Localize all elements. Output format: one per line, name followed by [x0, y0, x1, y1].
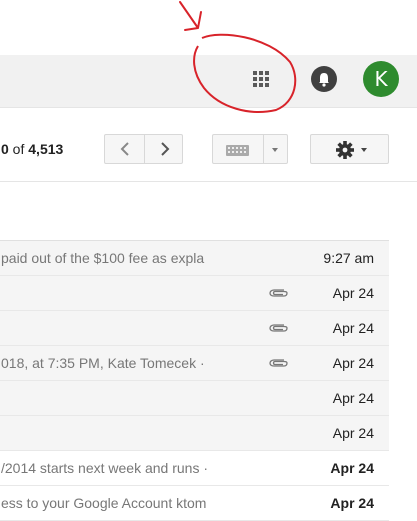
message-date: Apr 24 — [332, 390, 374, 406]
message-row[interactable]: 018, at 7:35 PM, Kate Tomecek · Apr 24 — [0, 346, 389, 381]
message-date: Apr 24 — [332, 320, 374, 336]
chevron-left-icon — [120, 142, 129, 156]
message-row[interactable]: Apr 24 — [0, 381, 389, 416]
message-date: Apr 24 — [332, 285, 374, 301]
chevron-down-icon[interactable] — [272, 148, 278, 152]
message-date: Apr 24 — [330, 495, 374, 511]
message-row[interactable]: ess to your Google Account ktom Apr 24 — [0, 486, 389, 521]
message-date: Apr 24 — [332, 425, 374, 441]
paperclip-icon — [269, 289, 288, 297]
message-date: 9:27 am — [323, 250, 374, 266]
pager-range-end: 0 — [1, 141, 9, 157]
message-row[interactable]: Apr 24 — [0, 311, 389, 346]
gear-icon — [336, 141, 354, 159]
apps-grid-icon[interactable] — [252, 70, 270, 88]
pager-total: 4,513 — [28, 141, 64, 157]
top-header-bar — [0, 55, 417, 108]
message-snippet: paid out of the $100 fee as expla — [1, 250, 205, 266]
newer-button[interactable] — [105, 135, 144, 163]
pager-of-label: of — [8, 141, 29, 157]
message-snippet: 018, at 7:35 PM, Kate Tomecek · — [1, 355, 205, 371]
toolbar-divider — [0, 181, 417, 182]
bell-icon — [319, 73, 329, 87]
paperclip-icon — [269, 324, 288, 332]
input-tools-button[interactable] — [212, 134, 288, 164]
message-row[interactable]: /2014 starts next week and runs · Apr 24 — [0, 451, 389, 486]
pagination-count: 0 of 4,513 — [1, 141, 63, 157]
chevron-right-icon — [160, 142, 169, 156]
input-tools-divider — [263, 135, 264, 163]
annotation-arrow — [179, 1, 202, 31]
notifications-button[interactable] — [311, 66, 337, 92]
pagination-nav — [104, 134, 183, 164]
message-row[interactable]: Apr 24 — [0, 276, 389, 311]
older-button[interactable] — [145, 135, 184, 163]
account-avatar[interactable]: K — [363, 61, 399, 97]
message-row[interactable]: paid out of the $100 fee as expla 9:27 am — [0, 241, 389, 276]
message-date: Apr 24 — [330, 460, 374, 476]
message-row[interactable]: Apr 24 — [0, 416, 389, 451]
keyboard-icon — [226, 145, 249, 156]
chevron-down-icon — [361, 148, 367, 152]
message-snippet: ess to your Google Account ktom — [1, 495, 207, 511]
message-date: Apr 24 — [332, 355, 374, 371]
message-snippet: /2014 starts next week and runs · — [1, 460, 208, 476]
settings-button[interactable] — [310, 134, 389, 164]
paperclip-icon — [269, 359, 288, 367]
